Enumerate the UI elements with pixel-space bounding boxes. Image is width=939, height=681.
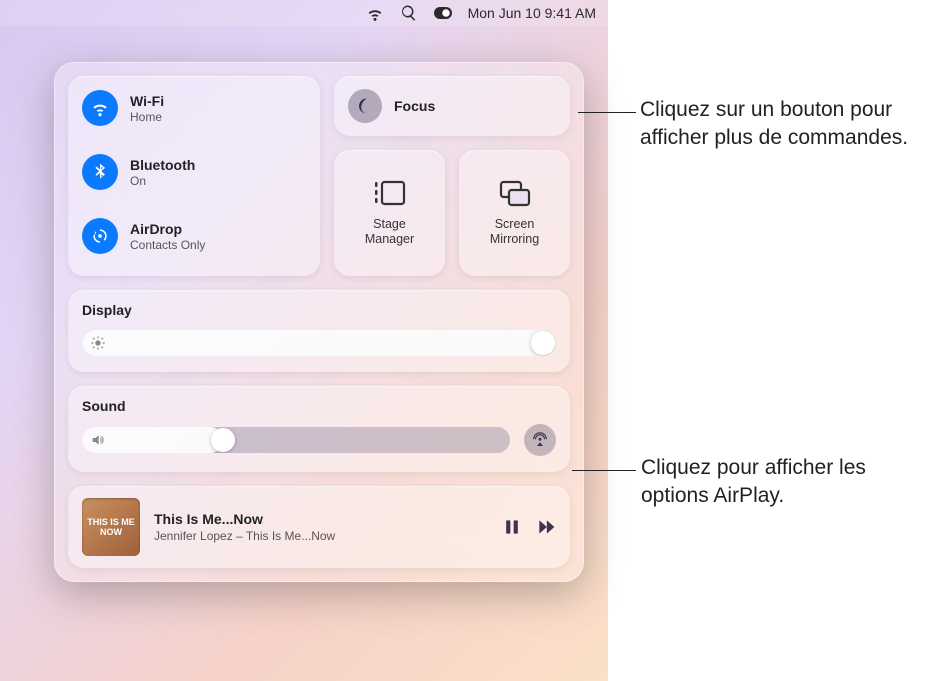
now-playing-card[interactable]: THIS IS ME NOW This Is Me...Now Jennifer… [68, 486, 570, 568]
volume-icon [90, 432, 106, 448]
menubar-datetime[interactable]: Mon Jun 10 9:41 AM [468, 5, 596, 21]
focus-label: Focus [394, 98, 435, 114]
control-center-menubar-icon[interactable] [434, 4, 452, 22]
screen-mirroring-icon [497, 179, 533, 209]
bluetooth-subtitle: On [130, 174, 195, 188]
bluetooth-title: Bluetooth [130, 157, 195, 173]
display-card: Display [68, 290, 570, 372]
brightness-icon [90, 335, 106, 351]
display-slider-knob[interactable] [531, 331, 555, 355]
airdrop-title: AirDrop [130, 221, 205, 237]
sound-slider-knob[interactable] [211, 428, 235, 452]
wifi-toggle[interactable]: Wi-Fi Home [68, 76, 320, 140]
stage-manager-label: Stage Manager [365, 217, 414, 247]
next-track-button[interactable] [536, 517, 556, 537]
sound-volume-slider[interactable] [82, 427, 510, 453]
moon-icon [348, 89, 382, 123]
stage-manager-icon [372, 179, 408, 209]
wifi-icon [82, 90, 118, 126]
display-brightness-slider[interactable] [82, 330, 556, 356]
screen-mirroring-label: Screen Mirroring [490, 217, 539, 247]
album-art: THIS IS ME NOW [82, 498, 140, 556]
connectivity-card: Wi-Fi Home Bluetooth On AirDrop [68, 76, 320, 276]
callout-airplay: Cliquez pour afficher les options AirPla… [641, 454, 931, 511]
screen-mirroring-button[interactable]: Screen Mirroring [459, 150, 570, 276]
display-header: Display [82, 302, 556, 318]
callout-focus: Cliquez sur un bouton pour afficher plus… [640, 96, 925, 153]
focus-button[interactable]: Focus [334, 76, 570, 136]
wifi-title: Wi-Fi [130, 93, 164, 109]
now-playing-artist: Jennifer Lopez – This Is Me...Now [154, 529, 335, 543]
bluetooth-toggle[interactable]: Bluetooth On [68, 140, 320, 204]
sound-card: Sound [68, 386, 570, 472]
pause-button[interactable] [502, 517, 522, 537]
bluetooth-icon [82, 154, 118, 190]
menu-bar: Mon Jun 10 9:41 AM [0, 0, 608, 26]
wifi-subtitle: Home [130, 110, 164, 124]
airdrop-toggle[interactable]: AirDrop Contacts Only [68, 204, 320, 268]
callout-line-focus [578, 112, 636, 113]
display-slider-fill [82, 330, 556, 356]
now-playing-title: This Is Me...Now [154, 511, 335, 527]
callout-line-airplay [572, 470, 636, 471]
airdrop-icon [82, 218, 118, 254]
airplay-icon [531, 431, 549, 449]
spotlight-icon[interactable] [400, 4, 418, 22]
airdrop-subtitle: Contacts Only [130, 238, 205, 252]
airplay-audio-button[interactable] [524, 424, 556, 456]
control-center-panel: Wi-Fi Home Bluetooth On AirDrop [54, 62, 584, 582]
sound-header: Sound [82, 398, 126, 414]
stage-manager-button[interactable]: Stage Manager [334, 150, 445, 276]
wifi-menubar-icon[interactable] [366, 4, 384, 22]
